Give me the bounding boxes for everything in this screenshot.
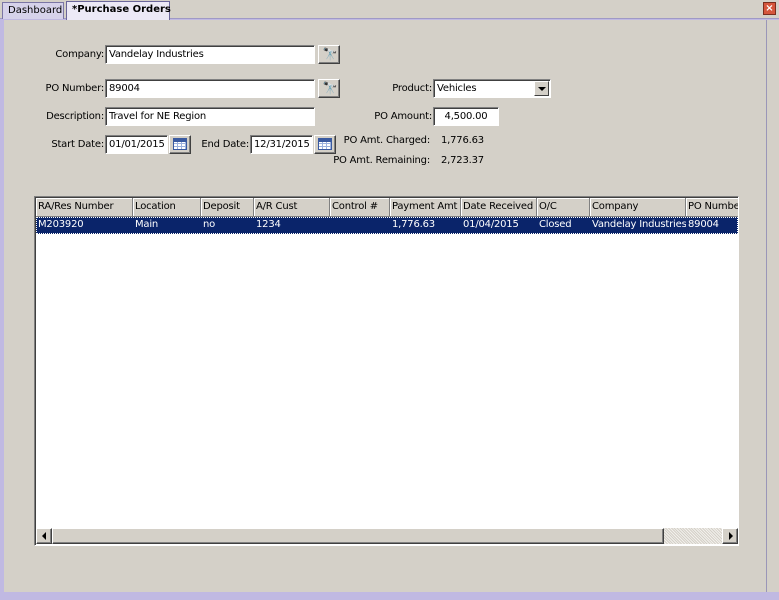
tab-dashboard[interactable]: Dashboard <box>2 2 64 19</box>
po-number-label: PO Number: <box>45 83 105 94</box>
close-icon[interactable]: × <box>763 2 776 15</box>
scroll-left-icon[interactable] <box>36 528 52 544</box>
column-header[interactable]: Location <box>133 198 201 217</box>
description-field[interactable]: Travel for NE Region <box>105 107 315 126</box>
product-select[interactable]: Vehicles <box>433 79 551 98</box>
po-amt-charged-value: 1,776.63 <box>441 135 484 146</box>
company-field[interactable]: Vandelay Industries <box>105 45 315 64</box>
company-label: Company: <box>55 49 104 60</box>
po-number-field[interactable]: 89004 <box>105 79 315 98</box>
start-date-label: Start Date: <box>51 139 104 150</box>
calendar-icon <box>173 138 187 150</box>
table-cell: Vandelay Industries <box>592 219 686 230</box>
scrollbar-track[interactable] <box>664 528 722 544</box>
table-cell: 89004 <box>688 219 719 230</box>
column-header[interactable]: Date Received <box>461 198 537 217</box>
binoculars-icon: 🔭 <box>322 47 338 61</box>
po-amt-remaining-label: PO Amt. Remaining: <box>333 155 430 166</box>
column-header[interactable]: Control # <box>330 198 390 217</box>
calendar-icon <box>318 138 332 150</box>
company-search-button[interactable]: 🔭 <box>318 45 340 64</box>
horizontal-scrollbar[interactable] <box>36 528 738 544</box>
tab-purchase-orders[interactable]: *Purchase Orders <box>66 1 171 20</box>
po-search-button[interactable]: 🔭 <box>318 79 340 98</box>
column-header[interactable]: Payment Amt <box>390 198 461 217</box>
column-header[interactable]: Company <box>590 198 686 217</box>
scroll-right-icon[interactable] <box>722 528 738 544</box>
scrollbar-thumb[interactable] <box>52 528 664 544</box>
end-date-field[interactable]: 12/31/2015 <box>250 135 313 154</box>
table-cell: Main <box>135 219 159 230</box>
end-date-picker-button[interactable] <box>314 135 336 154</box>
description-label: Description: <box>46 111 104 122</box>
table-cell: M203920 <box>38 219 84 230</box>
column-header[interactable]: O/C <box>537 198 590 217</box>
binoculars-icon: 🔭 <box>322 81 338 95</box>
po-amt-remaining-value: 2,723.37 <box>441 155 484 166</box>
po-amount-field[interactable]: 4,500.00 <box>433 107 499 126</box>
table-cell <box>330 217 390 234</box>
product-value: Vehicles <box>437 83 477 94</box>
column-header[interactable]: Deposit <box>201 198 254 217</box>
column-header[interactable]: A/R Cust <box>254 198 330 217</box>
table-row[interactable]: M203920 Main no 1234 1,776.63 01/04/2015… <box>36 217 738 234</box>
table-cell: no <box>203 219 216 230</box>
po-amount-label: PO Amount: <box>374 111 432 122</box>
start-date-field[interactable]: 01/01/2015 <box>105 135 168 154</box>
table-cell: 1234 <box>256 219 281 230</box>
start-date-picker-button[interactable] <box>169 135 191 154</box>
right-edge <box>766 20 779 592</box>
table-cell: 01/04/2015 <box>463 219 519 230</box>
column-header[interactable]: RA/Res Number <box>36 198 133 217</box>
table-cell: 1,776.63 <box>392 219 435 230</box>
product-label: Product: <box>392 83 432 94</box>
tab-bar: Dashboard *Purchase Orders × <box>0 0 779 20</box>
table-cell: Closed <box>539 219 572 230</box>
grid-header: RA/Res Number Location Deposit A/R Cust … <box>36 198 738 217</box>
chevron-down-icon[interactable] <box>534 81 549 96</box>
po-amt-charged-label: PO Amt. Charged: <box>343 135 431 146</box>
column-header[interactable]: PO Number <box>686 198 738 217</box>
bottom-edge <box>0 592 779 600</box>
payments-grid[interactable]: RA/Res Number Location Deposit A/R Cust … <box>34 196 739 546</box>
end-date-label: End Date: <box>201 139 249 150</box>
